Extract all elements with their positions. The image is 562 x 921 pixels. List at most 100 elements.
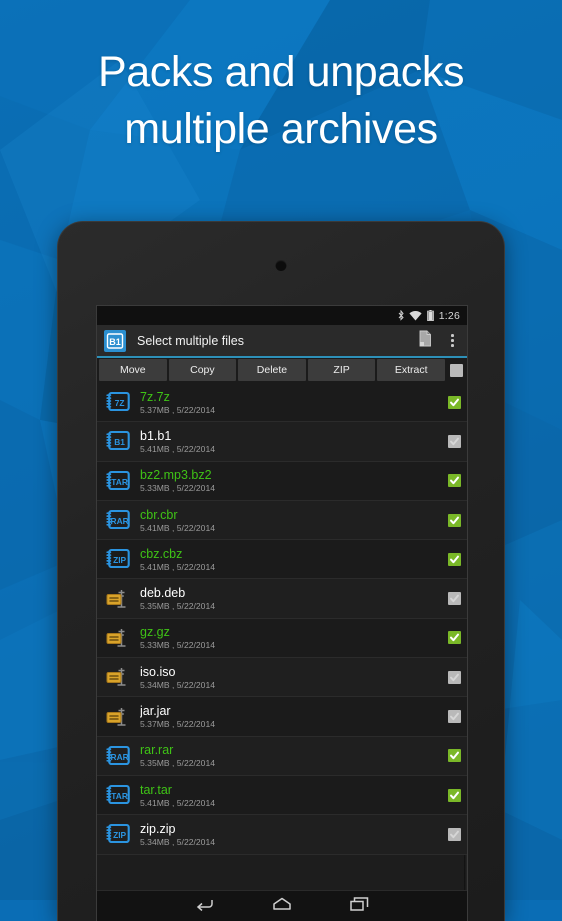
file-name: deb.deb [140, 586, 186, 601]
file-list[interactable]: 7Z 7z.7z 5.37MB , 5/22/2014 B1 b1.b1 5.41MB ,… [97, 383, 467, 890]
file-name: cbr.cbr [140, 507, 178, 522]
svg-text:RAR: RAR [111, 516, 129, 526]
file-checkbox[interactable] [441, 434, 467, 448]
file-checkbox[interactable] [441, 513, 467, 527]
checkbox-box [447, 670, 461, 684]
copy-button[interactable]: Copy [168, 359, 237, 381]
checkbox-box [447, 395, 461, 409]
file-name: rar.rar [140, 743, 174, 758]
app-bar: B1 Select multiple files [97, 325, 467, 358]
file-details: 5.33MB , 5/22/2014 [140, 483, 216, 494]
file-row[interactable]: ZIP cbz.cbz 5.41MB , 5/22/2014 [97, 540, 467, 580]
b1-app-logo[interactable]: B1 [104, 329, 126, 352]
file-details: 5.41MB , 5/22/2014 [140, 561, 216, 572]
headline-line-2: multiple archives [124, 105, 438, 153]
file-row[interactable]: TAR bz2.mp3.bz2 5.33MB , 5/22/2014 [97, 461, 467, 501]
checkbox-box [447, 631, 461, 645]
file-checkbox[interactable] [441, 631, 467, 645]
checkbox-box [447, 552, 461, 566]
file-details: 5.35MB , 5/22/2014 [140, 601, 216, 612]
file-row[interactable]: TAR tar.tar 5.41MB , 5/22/2014 [97, 775, 467, 816]
file-details: 5.34MB , 5/22/2014 [140, 836, 216, 847]
archive-file-icon: RAR [104, 507, 132, 534]
file-details: 5.35MB , 5/22/2014 [140, 758, 216, 769]
file-details: 5.41MB , 5/22/2014 [140, 443, 216, 454]
file-meta: jar.jar 5.37MB , 5/22/2014 [140, 704, 441, 729]
generic-file-icon [104, 664, 132, 691]
archive-file-icon: RAR [104, 742, 132, 769]
file-checkbox[interactable] [441, 827, 467, 841]
select-all-checkbox[interactable] [446, 359, 467, 381]
archive-file-icon: ZIP [104, 821, 132, 848]
file-name: tar.tar [140, 782, 172, 797]
promo-headline: Packs and unpacks multiple archives [0, 44, 562, 158]
wifi-icon [409, 310, 422, 321]
file-details: 5.37MB , 5/22/2014 [140, 719, 216, 730]
generic-file-icon [104, 624, 132, 651]
delete-button[interactable]: Delete [238, 359, 306, 381]
file-details: 5.41MB , 5/22/2014 [140, 797, 216, 808]
file-meta: b1.b1 5.41MB , 5/22/2014 [140, 429, 441, 454]
tablet-device-frame: 1:26 B1 Select multiple files Move Copy … [57, 221, 505, 921]
move-button[interactable]: Move [99, 359, 167, 381]
file-meta: zip.zip 5.34MB , 5/22/2014 [140, 822, 441, 847]
svg-text:7Z: 7Z [115, 398, 125, 408]
generic-file-icon [104, 585, 132, 612]
file-checkbox[interactable] [441, 552, 467, 566]
checkbox-box [447, 788, 461, 802]
svg-text:RAR: RAR [111, 752, 129, 762]
paste-document-icon[interactable] [419, 330, 434, 352]
file-name: cbz.cbz [140, 546, 183, 561]
file-checkbox[interactable] [441, 474, 467, 488]
file-row[interactable]: RAR rar.rar 5.35MB , 5/22/2014 [97, 736, 467, 776]
file-row[interactable]: jar.jar 5.37MB , 5/22/2014 [97, 697, 467, 737]
file-name: gz.gz [140, 625, 170, 640]
file-checkbox[interactable] [441, 395, 467, 409]
front-camera [275, 260, 287, 271]
checkbox-box [447, 592, 461, 606]
headline-line-1: Packs and unpacks [97, 48, 465, 96]
zip-button[interactable]: ZIP [307, 359, 376, 381]
generic-file-icon [104, 703, 132, 730]
checkbox-box [447, 434, 461, 448]
svg-text:ZIP: ZIP [113, 831, 126, 841]
file-meta: cbr.cbr 5.41MB , 5/22/2014 [140, 508, 441, 533]
file-checkbox[interactable] [441, 592, 467, 606]
svg-text:TAR: TAR [111, 477, 128, 487]
file-checkbox[interactable] [441, 788, 467, 802]
svg-text:ZIP: ZIP [113, 556, 126, 566]
overflow-menu-icon[interactable] [447, 334, 458, 347]
file-details: 5.41MB , 5/22/2014 [140, 522, 216, 533]
file-row[interactable]: ZIP zip.zip 5.34MB , 5/22/2014 [97, 815, 467, 855]
file-meta: 7z.7z 5.37MB , 5/22/2014 [140, 390, 441, 415]
status-bar: 1:26 [97, 306, 467, 325]
file-name: zip.zip [140, 821, 176, 836]
file-meta: iso.iso 5.34MB , 5/22/2014 [140, 665, 441, 690]
checkbox-box [450, 363, 464, 377]
file-name: b1.b1 [140, 428, 172, 443]
svg-text:TAR: TAR [111, 791, 128, 801]
svg-text:B1: B1 [109, 337, 121, 347]
checkbox-box [447, 474, 461, 488]
file-row[interactable]: B1 b1.b1 5.41MB , 5/22/2014 [97, 422, 467, 462]
file-row[interactable]: deb.deb 5.35MB , 5/22/2014 [97, 579, 467, 619]
file-checkbox[interactable] [441, 749, 467, 763]
file-checkbox[interactable] [441, 670, 467, 684]
file-details: 5.37MB , 5/22/2014 [140, 404, 216, 415]
file-meta: gz.gz 5.33MB , 5/22/2014 [140, 625, 441, 650]
file-meta: bz2.mp3.bz2 5.33MB , 5/22/2014 [140, 468, 441, 493]
file-name: iso.iso [140, 664, 176, 679]
file-row[interactable]: 7Z 7z.7z 5.37MB , 5/22/2014 [97, 383, 467, 423]
extract-button[interactable]: Extract [377, 359, 445, 381]
archive-file-icon: 7Z [104, 389, 132, 416]
file-row[interactable]: RAR cbr.cbr 5.41MB , 5/22/2014 [97, 500, 467, 541]
file-details: 5.33MB , 5/22/2014 [140, 640, 216, 651]
bluetooth-icon [398, 310, 404, 321]
svg-text:B1: B1 [114, 438, 125, 448]
file-row[interactable]: iso.iso 5.34MB , 5/22/2014 [97, 658, 467, 698]
file-name: jar.jar [140, 704, 171, 719]
file-row[interactable]: gz.gz 5.33MB , 5/22/2014 [97, 618, 467, 659]
file-checkbox[interactable] [441, 710, 467, 724]
checkbox-box [447, 827, 461, 841]
file-name: 7z.7z [140, 389, 170, 404]
